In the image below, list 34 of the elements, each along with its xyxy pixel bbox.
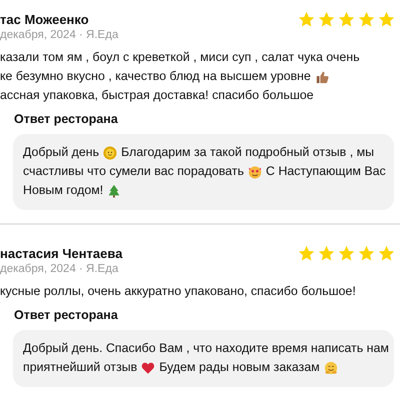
reply-text: Добрый день xyxy=(23,144,100,161)
reply-text: приятнейший отзыв xyxy=(23,359,138,376)
hugging-face-icon xyxy=(324,360,338,374)
thumbs-up-icon xyxy=(314,70,329,84)
tree-icon xyxy=(107,184,122,198)
review-text: ассная упаковка, быстрая доставка! спасибо большое xyxy=(0,87,314,104)
author-name: тас Можеенко xyxy=(0,12,89,26)
star-icon xyxy=(318,244,335,262)
review-text: ке безумно вкусно , качество блюд на высшем уровне xyxy=(0,68,311,85)
star-icon xyxy=(338,10,355,28)
review-date: декабря, 2024 · Я.Еда xyxy=(0,28,120,43)
star-icon xyxy=(358,10,375,28)
reply-text: счастливы что сумели вас порадовать xyxy=(23,163,244,180)
reply-text: С Наступающим Вас xyxy=(266,163,386,180)
review-date: декабря, 2024 · Я.Еда xyxy=(0,262,120,277)
reply-text: Благодарим за такой подробный отзыв , мы xyxy=(121,144,374,161)
reply-text: Добрый день. Спасибо Вам , что находите время написать нам xyxy=(23,340,389,357)
smiling-face-icon xyxy=(248,164,262,178)
star-icon xyxy=(378,10,395,28)
reply-text: Будем рады новым заказам xyxy=(159,359,320,376)
review-text: кусные роллы, очень аккуратно упаковано, спасибо большое! xyxy=(0,283,356,300)
sun-face-icon xyxy=(103,146,118,160)
star-icon xyxy=(378,244,395,262)
review-text: казали том ям , боул с креветкой , миси суп , салат чука очень xyxy=(0,49,360,66)
heart-icon xyxy=(141,360,156,374)
star-icon xyxy=(318,10,335,28)
star-icon xyxy=(298,10,315,28)
star-icon xyxy=(358,244,375,262)
reply-text: Новым годом! xyxy=(23,182,104,199)
star-icon xyxy=(338,244,355,262)
star-icon xyxy=(298,244,315,262)
reply-heading: Ответ ресторана xyxy=(14,111,119,127)
author-name: настасия Чентаева xyxy=(0,246,122,260)
reply-heading: Ответ ресторана xyxy=(14,307,119,323)
